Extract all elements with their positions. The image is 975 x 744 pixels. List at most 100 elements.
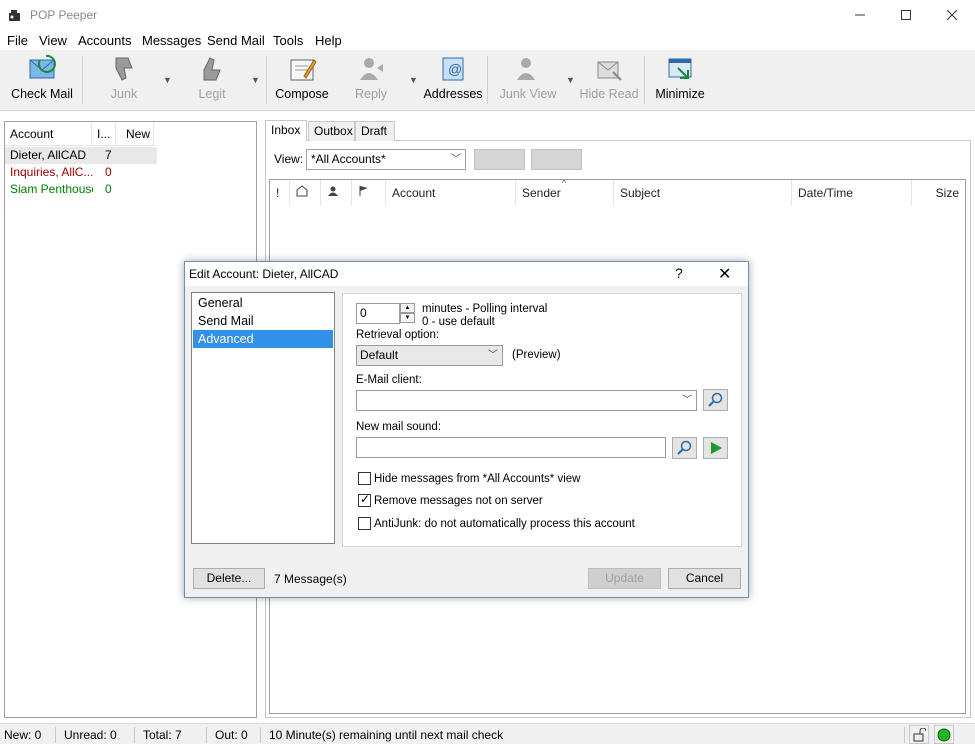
nav-send-mail[interactable]: Send Mail: [193, 312, 333, 330]
addresses-button[interactable]: @ Addresses: [423, 54, 483, 106]
unlock-icon[interactable]: [909, 725, 929, 744]
maximize-window-icon[interactable]: [883, 0, 929, 30]
column-contact-icon[interactable]: [321, 180, 352, 206]
browse-sound-button[interactable]: [672, 437, 697, 459]
connection-status-icon[interactable]: [934, 725, 954, 744]
search-icon: [707, 392, 722, 407]
column-account[interactable]: Account: [5, 122, 92, 146]
chevron-down-icon: ﹀: [682, 395, 692, 406]
polling-interval-stepper[interactable]: ▲ ▼: [400, 303, 415, 324]
toolbar-separator: [266, 56, 267, 104]
status-unread: Unread: 0: [60, 727, 135, 743]
close-window-icon[interactable]: [929, 0, 975, 30]
edit-account-dialog: Edit Account: Dieter, AllCAD ? ✕ General…: [184, 261, 749, 598]
junk-view-button[interactable]: Junk View: [499, 54, 557, 106]
column-new[interactable]: New: [116, 122, 154, 146]
column-flag-icon[interactable]: [352, 180, 386, 206]
column-datetime[interactable]: Date/Time: [792, 180, 912, 206]
reply-icon: [360, 58, 383, 80]
hide-read-icon: [597, 61, 622, 81]
remove-messages-label: Remove messages not on server: [374, 495, 543, 507]
preview-label: (Preview): [512, 349, 561, 361]
minimize-window-icon[interactable]: [837, 0, 883, 30]
junk-view-dropdown-icon[interactable]: ▼: [566, 75, 575, 85]
play-sound-button[interactable]: [703, 437, 728, 459]
legit-button[interactable]: Legit: [193, 54, 231, 106]
junk-view-icon: [517, 58, 535, 80]
account-row[interactable]: Dieter, AllCAD 7: [5, 147, 157, 164]
toolbar-separator: [644, 56, 645, 104]
column-priority[interactable]: !: [270, 180, 290, 206]
column-read-icon[interactable]: [290, 180, 321, 206]
window-title: POP Peeper: [30, 8, 98, 22]
toolbar-separator: [487, 56, 488, 104]
envelope-open-icon: [296, 185, 308, 197]
accounts-header: Account I... New: [5, 122, 155, 146]
compose-button[interactable]: Compose: [275, 54, 329, 106]
tab-inbox[interactable]: Inbox: [265, 120, 307, 141]
minimize-button[interactable]: Minimize: [653, 54, 707, 106]
reply-dropdown-icon[interactable]: ▼: [409, 75, 418, 85]
menu-bar: File View Accounts Messages Send Mail To…: [0, 30, 975, 50]
dialog-title: Edit Account: Dieter, AllCAD: [189, 267, 339, 281]
menu-file[interactable]: File: [7, 33, 28, 48]
check-mail-button[interactable]: Check Mail: [10, 54, 74, 106]
tab-outbox[interactable]: Outbox: [308, 121, 355, 141]
account-count: 0: [105, 182, 112, 196]
status-out: Out: 0: [211, 727, 261, 743]
spin-down-icon[interactable]: ▼: [400, 313, 415, 323]
nav-advanced[interactable]: Advanced: [193, 330, 333, 348]
remove-messages-checkbox[interactable]: ✓: [358, 492, 371, 507]
legit-dropdown-icon[interactable]: ▼: [251, 75, 260, 85]
antijunk-checkbox[interactable]: [358, 517, 371, 530]
status-message: 10 Minute(s) remaining until next mail c…: [265, 727, 905, 743]
menu-accounts[interactable]: Accounts: [78, 33, 131, 48]
tab-draft[interactable]: Draft: [355, 121, 395, 141]
junk-button[interactable]: Junk: [105, 54, 143, 106]
cancel-button[interactable]: Cancel: [668, 568, 741, 589]
thumbs-down-icon: [115, 57, 133, 81]
menu-messages[interactable]: Messages: [142, 33, 201, 48]
close-icon[interactable]: ✕: [718, 264, 731, 284]
antijunk-label: AntiJunk: do not automatically process t…: [374, 518, 635, 530]
view-action-button[interactable]: [474, 149, 525, 170]
column-subject[interactable]: Subject: [614, 180, 792, 206]
menu-help[interactable]: Help: [315, 33, 342, 48]
spin-up-icon[interactable]: ▲: [400, 303, 415, 313]
new-mail-sound-label: New mail sound:: [356, 421, 442, 433]
email-client-select[interactable]: ﹀: [356, 390, 697, 411]
settings-nav: General Send Mail Advanced: [191, 292, 335, 544]
view-select[interactable]: *All Accounts* ﹀: [306, 149, 466, 170]
chevron-down-icon: ﹀: [451, 154, 461, 165]
view-action-button-2[interactable]: [531, 149, 582, 170]
menu-send-mail[interactable]: Send Mail: [207, 33, 265, 48]
update-button[interactable]: Update: [588, 568, 661, 589]
polling-interval-input[interactable]: 0: [356, 303, 400, 324]
polling-interval-label: minutes - Polling interval: [422, 303, 548, 315]
account-row[interactable]: Inquiries, AllC... 0: [5, 164, 157, 181]
minimize-to-tray-icon: [668, 58, 692, 79]
new-mail-sound-input[interactable]: [356, 437, 666, 458]
column-inbox-count[interactable]: I...: [92, 122, 116, 146]
advanced-settings-panel: 0 ▲ ▼ minutes - Polling interval 0 - use…: [342, 293, 742, 547]
retrieval-option-label: Retrieval option:: [356, 329, 440, 341]
menu-tools[interactable]: Tools: [273, 33, 303, 48]
hide-messages-checkbox[interactable]: [358, 472, 371, 485]
account-row[interactable]: Siam Penthouse 0: [5, 181, 157, 198]
column-size[interactable]: Size: [912, 180, 965, 206]
delete-button[interactable]: Delete...: [193, 568, 265, 589]
nav-general[interactable]: General: [193, 294, 333, 312]
status-new: New: 0: [0, 727, 56, 743]
menu-view[interactable]: View: [39, 33, 67, 48]
account-name: Siam Penthouse: [10, 182, 93, 196]
hide-read-button[interactable]: Hide Read: [579, 54, 639, 106]
polling-interval-hint: 0 - use default: [422, 316, 495, 328]
check-mail-icon: [29, 54, 56, 79]
browse-email-client-button[interactable]: [703, 389, 728, 411]
sort-ascending-icon: ^: [562, 178, 567, 188]
retrieval-option-select[interactable]: Default ﹀: [356, 345, 503, 366]
column-account[interactable]: Account: [386, 180, 516, 206]
junk-dropdown-icon[interactable]: ▼: [163, 75, 172, 85]
help-icon[interactable]: ?: [675, 265, 683, 281]
reply-button[interactable]: Reply: [351, 54, 391, 106]
